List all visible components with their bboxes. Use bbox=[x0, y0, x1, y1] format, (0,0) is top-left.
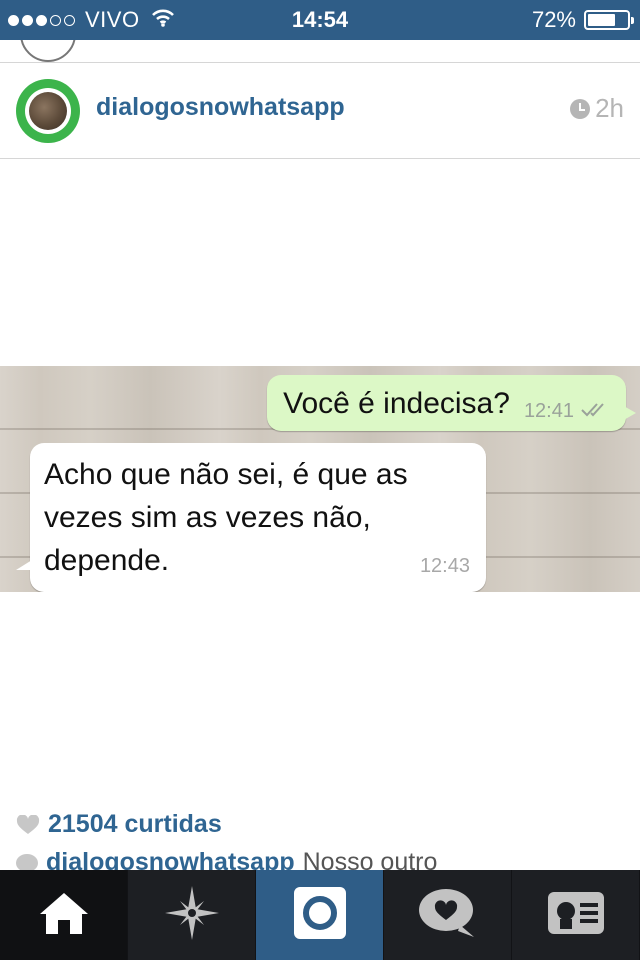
clock-icon bbox=[570, 98, 591, 119]
home-icon bbox=[38, 890, 90, 941]
incoming-message-text: Acho que não sei, é que as vezes sim as … bbox=[44, 458, 408, 577]
divider bbox=[0, 158, 640, 159]
tab-profile[interactable] bbox=[512, 870, 640, 960]
comment-icon bbox=[16, 853, 38, 872]
news-icon bbox=[418, 887, 478, 944]
profile-icon bbox=[547, 891, 605, 940]
post-header: dialogosnowhatsapp 2h bbox=[0, 63, 640, 158]
battery-icon bbox=[584, 10, 634, 30]
incoming-message-time: 12:43 bbox=[419, 555, 470, 577]
double-check-icon bbox=[580, 400, 610, 423]
incoming-message-bubble: Acho que não sei, é que as vezes sim as … bbox=[16, 443, 486, 592]
tab-news[interactable] bbox=[384, 870, 512, 960]
battery-percent: 72% bbox=[531, 7, 576, 32]
outgoing-message-time: 12:41 bbox=[523, 400, 574, 422]
tab-home[interactable] bbox=[0, 870, 128, 960]
likes-count[interactable]: 21504 curtidas bbox=[48, 810, 222, 839]
status-right: 72% bbox=[531, 7, 634, 33]
tab-bar bbox=[0, 870, 640, 960]
outgoing-message-text: Você é indecisa? bbox=[283, 387, 510, 420]
tab-camera[interactable] bbox=[256, 870, 384, 960]
outgoing-message-bubble: Você é indecisa? 12:41 bbox=[267, 375, 636, 431]
status-bar: VIVO 14:54 72% bbox=[0, 0, 640, 40]
post-image[interactable]: Você é indecisa? 12:41 Acho que não sei,… bbox=[0, 366, 640, 592]
battery-fill bbox=[588, 14, 616, 26]
camera-icon bbox=[293, 886, 347, 945]
post-time: 2h bbox=[570, 93, 624, 124]
post-username[interactable]: dialogosnowhatsapp bbox=[96, 93, 345, 122]
avatar[interactable] bbox=[16, 79, 80, 143]
likes-row[interactable]: 21504 curtidas bbox=[16, 810, 222, 839]
tab-explore[interactable] bbox=[128, 870, 256, 960]
heart-icon bbox=[16, 813, 40, 835]
explore-icon bbox=[163, 884, 221, 947]
post-time-text: 2h bbox=[595, 93, 624, 123]
